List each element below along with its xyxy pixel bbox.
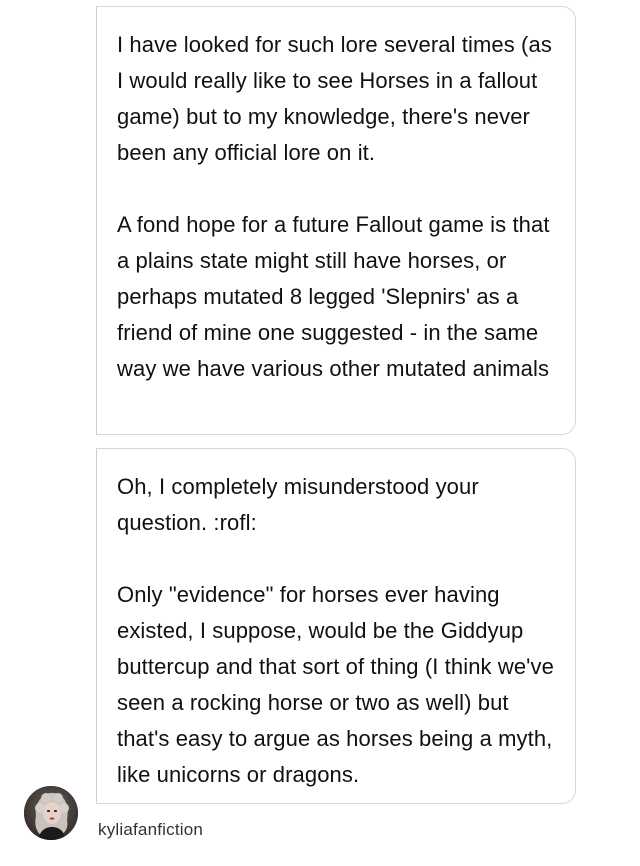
message-1-paragraph-1: I have looked for such lore several time…: [117, 32, 552, 165]
message-1-paragraph-2: A fond hope for a future Fallout game is…: [117, 212, 550, 381]
message-bubble-1: I have looked for such lore several time…: [96, 6, 576, 435]
user-avatar-icon: [24, 786, 78, 840]
username-link[interactable]: kyliafanfiction: [98, 820, 203, 840]
message-bubble-2: Oh, I completely misunderstood your ques…: [96, 448, 576, 804]
message-2-paragraph-2: Only "evidence" for horses ever having e…: [117, 582, 554, 787]
message-2-paragraph-1: Oh, I completely misunderstood your ques…: [117, 474, 479, 535]
user-avatar[interactable]: [24, 786, 78, 840]
